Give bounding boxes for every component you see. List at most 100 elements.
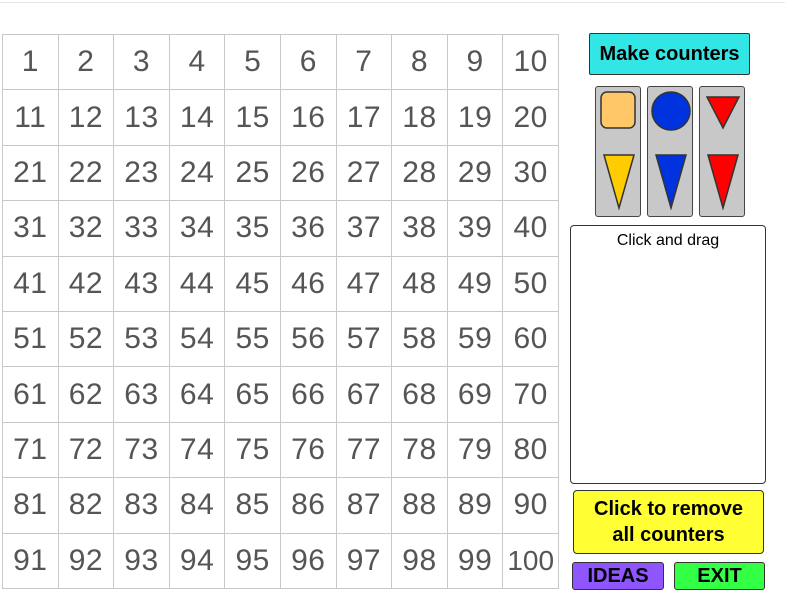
ideas-button[interactable]: IDEAS bbox=[572, 562, 664, 590]
grid-cell-67[interactable]: 67 bbox=[336, 367, 393, 423]
grid-cell-15[interactable]: 15 bbox=[225, 90, 281, 146]
grid-cell-12[interactable]: 12 bbox=[58, 90, 115, 146]
grid-cell-91[interactable]: 91 bbox=[3, 533, 59, 589]
grid-cell-6[interactable]: 6 bbox=[280, 35, 337, 91]
grid-cell-50[interactable]: 50 bbox=[503, 256, 559, 312]
grid-cell-30[interactable]: 30 bbox=[503, 145, 559, 202]
grid-cell-8[interactable]: 8 bbox=[392, 35, 448, 91]
grid-cell-82[interactable]: 82 bbox=[58, 478, 115, 534]
grid-cell-33[interactable]: 33 bbox=[114, 201, 170, 257]
grid-cell-5[interactable]: 5 bbox=[225, 35, 281, 91]
blue-circle-counter[interactable] bbox=[651, 90, 691, 132]
grid-cell-23[interactable]: 23 bbox=[114, 145, 170, 202]
grid-cell-35[interactable]: 35 bbox=[225, 201, 281, 257]
grid-cell-54[interactable]: 54 bbox=[169, 312, 226, 368]
grid-cell-73[interactable]: 73 bbox=[114, 422, 170, 479]
grid-cell-80[interactable]: 80 bbox=[503, 422, 559, 479]
grid-cell-98[interactable]: 98 bbox=[392, 533, 448, 589]
grid-cell-27[interactable]: 27 bbox=[336, 145, 393, 202]
blue-triangle-counter[interactable] bbox=[654, 153, 688, 211]
grid-cell-70[interactable]: 70 bbox=[503, 367, 559, 423]
grid-cell-52[interactable]: 52 bbox=[58, 312, 115, 368]
grid-cell-100[interactable]: 100 bbox=[503, 533, 559, 589]
grid-cell-43[interactable]: 43 bbox=[114, 256, 170, 312]
grid-cell-62[interactable]: 62 bbox=[58, 367, 115, 423]
grid-cell-69[interactable]: 69 bbox=[447, 367, 504, 423]
grid-cell-55[interactable]: 55 bbox=[225, 312, 281, 368]
grid-cell-34[interactable]: 34 bbox=[169, 201, 226, 257]
grid-cell-24[interactable]: 24 bbox=[169, 145, 226, 202]
grid-cell-38[interactable]: 38 bbox=[392, 201, 448, 257]
exit-button[interactable]: EXIT bbox=[674, 562, 765, 590]
grid-cell-90[interactable]: 90 bbox=[503, 478, 559, 534]
grid-cell-48[interactable]: 48 bbox=[392, 256, 448, 312]
grid-cell-97[interactable]: 97 bbox=[336, 533, 393, 589]
orange-square-counter[interactable] bbox=[600, 91, 636, 131]
grid-cell-72[interactable]: 72 bbox=[58, 422, 115, 479]
grid-cell-14[interactable]: 14 bbox=[169, 90, 226, 146]
grid-cell-92[interactable]: 92 bbox=[58, 533, 115, 589]
grid-cell-39[interactable]: 39 bbox=[447, 201, 504, 257]
grid-cell-60[interactable]: 60 bbox=[503, 312, 559, 368]
grid-cell-42[interactable]: 42 bbox=[58, 256, 115, 312]
grid-cell-22[interactable]: 22 bbox=[58, 145, 115, 202]
grid-cell-53[interactable]: 53 bbox=[114, 312, 170, 368]
grid-cell-99[interactable]: 99 bbox=[447, 533, 504, 589]
grid-cell-51[interactable]: 51 bbox=[3, 312, 59, 368]
grid-cell-11[interactable]: 11 bbox=[3, 90, 59, 146]
grid-cell-95[interactable]: 95 bbox=[225, 533, 281, 589]
grid-cell-7[interactable]: 7 bbox=[336, 35, 393, 91]
red-triangle-counter[interactable] bbox=[706, 153, 740, 211]
grid-cell-47[interactable]: 47 bbox=[336, 256, 393, 312]
grid-cell-75[interactable]: 75 bbox=[225, 422, 281, 479]
grid-cell-31[interactable]: 31 bbox=[3, 201, 59, 257]
grid-cell-13[interactable]: 13 bbox=[114, 90, 170, 146]
grid-cell-4[interactable]: 4 bbox=[169, 35, 226, 91]
grid-cell-77[interactable]: 77 bbox=[336, 422, 393, 479]
grid-cell-26[interactable]: 26 bbox=[280, 145, 337, 202]
grid-cell-16[interactable]: 16 bbox=[280, 90, 337, 146]
make-counters-button[interactable]: Make counters bbox=[589, 33, 750, 75]
grid-cell-59[interactable]: 59 bbox=[447, 312, 504, 368]
grid-cell-10[interactable]: 10 bbox=[503, 35, 559, 91]
grid-cell-61[interactable]: 61 bbox=[3, 367, 59, 423]
grid-cell-86[interactable]: 86 bbox=[280, 478, 337, 534]
grid-cell-40[interactable]: 40 bbox=[503, 201, 559, 257]
grid-cell-94[interactable]: 94 bbox=[169, 533, 226, 589]
grid-cell-84[interactable]: 84 bbox=[169, 478, 226, 534]
grid-cell-66[interactable]: 66 bbox=[280, 367, 337, 423]
grid-cell-65[interactable]: 65 bbox=[225, 367, 281, 423]
grid-cell-58[interactable]: 58 bbox=[392, 312, 448, 368]
grid-cell-21[interactable]: 21 bbox=[3, 145, 59, 202]
grid-cell-3[interactable]: 3 bbox=[114, 35, 170, 91]
grid-cell-28[interactable]: 28 bbox=[392, 145, 448, 202]
grid-cell-2[interactable]: 2 bbox=[58, 35, 115, 91]
grid-cell-49[interactable]: 49 bbox=[447, 256, 504, 312]
grid-cell-74[interactable]: 74 bbox=[169, 422, 226, 479]
grid-cell-76[interactable]: 76 bbox=[280, 422, 337, 479]
grid-cell-45[interactable]: 45 bbox=[225, 256, 281, 312]
grid-cell-9[interactable]: 9 bbox=[447, 35, 504, 91]
grid-cell-57[interactable]: 57 bbox=[336, 312, 393, 368]
grid-cell-63[interactable]: 63 bbox=[114, 367, 170, 423]
grid-cell-19[interactable]: 19 bbox=[447, 90, 504, 146]
grid-cell-88[interactable]: 88 bbox=[392, 478, 448, 534]
drag-area[interactable]: Click and drag bbox=[570, 225, 766, 484]
grid-cell-46[interactable]: 46 bbox=[280, 256, 337, 312]
grid-cell-32[interactable]: 32 bbox=[58, 201, 115, 257]
grid-cell-25[interactable]: 25 bbox=[225, 145, 281, 202]
grid-cell-29[interactable]: 29 bbox=[447, 145, 504, 202]
grid-cell-81[interactable]: 81 bbox=[3, 478, 59, 534]
grid-cell-68[interactable]: 68 bbox=[392, 367, 448, 423]
grid-cell-44[interactable]: 44 bbox=[169, 256, 226, 312]
yellow-triangle-counter[interactable] bbox=[602, 153, 636, 211]
grid-cell-36[interactable]: 36 bbox=[280, 201, 337, 257]
grid-cell-87[interactable]: 87 bbox=[336, 478, 393, 534]
grid-cell-37[interactable]: 37 bbox=[336, 201, 393, 257]
grid-cell-93[interactable]: 93 bbox=[114, 533, 170, 589]
grid-cell-78[interactable]: 78 bbox=[392, 422, 448, 479]
grid-cell-1[interactable]: 1 bbox=[3, 35, 59, 91]
grid-cell-41[interactable]: 41 bbox=[3, 256, 59, 312]
grid-cell-89[interactable]: 89 bbox=[447, 478, 504, 534]
grid-cell-71[interactable]: 71 bbox=[3, 422, 59, 479]
